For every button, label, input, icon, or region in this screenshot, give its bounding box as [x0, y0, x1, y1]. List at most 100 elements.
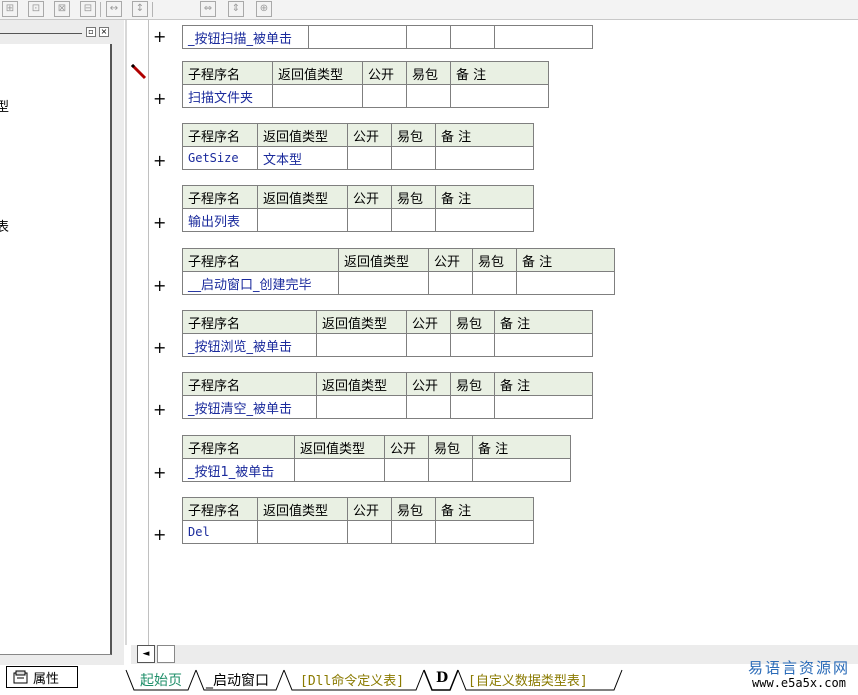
align-split-icon[interactable]: ⊟: [80, 1, 96, 17]
public-cell[interactable]: [406, 395, 451, 419]
remark-cell[interactable]: [435, 146, 534, 170]
easy-package-cell[interactable]: [391, 520, 436, 544]
header-cell: 子程序名: [182, 123, 258, 147]
header-cell: 返回值类型: [316, 372, 407, 396]
header-cell: 返回值类型: [257, 185, 348, 209]
return-type-cell[interactable]: [294, 458, 385, 482]
remark-cell[interactable]: [435, 520, 534, 544]
public-cell[interactable]: [384, 458, 429, 482]
subroutine-table: 子程序名 返回值类型 公开 易包 备 注 _按钮浏览_被单击: [182, 310, 593, 357]
align-top-icon[interactable]: ⊠: [54, 1, 70, 17]
remark-cell[interactable]: [494, 395, 593, 419]
subroutine-name-cell[interactable]: __启动窗口_创建完毕: [182, 271, 339, 295]
return-type-cell[interactable]: [257, 520, 348, 544]
easy-package-cell[interactable]: [428, 458, 473, 482]
return-type-cell[interactable]: [338, 271, 429, 295]
scroll-left-icon[interactable]: ◄: [137, 645, 155, 663]
easy-package-cell[interactable]: [450, 333, 495, 357]
remark-cell[interactable]: [516, 271, 615, 295]
header-cell: 子程序名: [182, 61, 273, 85]
public-cell[interactable]: [362, 84, 407, 108]
header-cell: 备 注: [472, 435, 571, 459]
public-cell[interactable]: [347, 208, 392, 232]
subroutine-name-cell[interactable]: 输出列表: [182, 208, 258, 232]
header-cell: 公开: [347, 497, 392, 521]
header-cell: 公开: [347, 185, 392, 209]
expand-icon[interactable]: +: [153, 91, 166, 107]
expand-icon[interactable]: +: [153, 527, 166, 543]
panel-tree[interactable]: 型 表: [0, 44, 112, 655]
tab-start-page[interactable]: 起始页: [140, 670, 182, 690]
expand-icon[interactable]: +: [153, 29, 166, 45]
expand-icon[interactable]: +: [153, 278, 166, 294]
easy-package-cell[interactable]: [406, 84, 451, 108]
remark-cell[interactable]: [494, 333, 593, 357]
remark-cell[interactable]: [435, 208, 534, 232]
logo-url: www.e5a5x.com: [752, 676, 846, 690]
subroutine-name-cell[interactable]: _按钮清空_被单击: [182, 395, 317, 419]
header-cell: 公开: [406, 310, 451, 334]
minimize-icon[interactable]: ▫: [86, 27, 96, 37]
code-editor[interactable]: + _按钮扫描_被单击 + 子程序名 返回值类型 公开 易包 备 注 扫描文件夹…: [149, 20, 858, 645]
return-type-cell[interactable]: [272, 84, 363, 108]
return-type-cell[interactable]: 文本型: [257, 146, 348, 170]
width-icon[interactable]: ⇔: [200, 1, 216, 17]
public-cell[interactable]: [347, 146, 392, 170]
align-grid-icon[interactable]: ⊞: [2, 1, 18, 17]
remark-cell[interactable]: [450, 84, 549, 108]
public-cell[interactable]: [347, 520, 392, 544]
toolbar-separator: [100, 2, 101, 17]
remark-cell[interactable]: [494, 25, 593, 49]
remark-cell[interactable]: [472, 458, 571, 482]
close-icon[interactable]: ×: [99, 27, 109, 37]
toolbar-separator: [152, 2, 153, 17]
subroutine-name-cell[interactable]: _按钮扫描_被单击: [182, 25, 309, 49]
return-type-cell[interactable]: [308, 25, 407, 49]
expand-icon[interactable]: +: [153, 153, 166, 169]
expand-icon[interactable]: +: [153, 465, 166, 481]
header-cell: 返回值类型: [294, 435, 385, 459]
header-cell: 返回值类型: [338, 248, 429, 272]
header-cell: 备 注: [494, 372, 593, 396]
public-cell[interactable]: [406, 333, 451, 357]
subroutine-name-cell[interactable]: 扫描文件夹: [182, 84, 273, 108]
return-type-cell[interactable]: [316, 333, 407, 357]
align-center-icon[interactable]: ⊡: [28, 1, 44, 17]
header-cell: 易包: [391, 185, 436, 209]
header-cell: 子程序名: [182, 310, 317, 334]
space-horizontal-icon[interactable]: ↔: [106, 1, 122, 17]
easy-package-cell[interactable]: [450, 395, 495, 419]
header-cell: 返回值类型: [316, 310, 407, 334]
easy-package-cell[interactable]: [391, 208, 436, 232]
header-cell: 返回值类型: [257, 123, 348, 147]
header-cell: 易包: [391, 497, 436, 521]
properties-tab[interactable]: 属性: [6, 666, 78, 688]
subroutine-name-cell[interactable]: _按钮1_被单击: [182, 458, 295, 482]
scroll-thumb[interactable]: [157, 645, 175, 663]
tab-custom-data-types[interactable]: [自定义数据类型表]: [468, 670, 588, 689]
tab-d[interactable]: D: [436, 670, 448, 686]
header-cell: 备 注: [435, 185, 534, 209]
expand-icon[interactable]: +: [153, 340, 166, 356]
expand-icon[interactable]: +: [153, 402, 166, 418]
tab-dll-commands[interactable]: [Dll命令定义表]: [300, 670, 404, 689]
space-vertical-icon[interactable]: ↕: [132, 1, 148, 17]
subroutine-name-cell[interactable]: Del: [182, 520, 258, 544]
easy-package-cell[interactable]: [391, 146, 436, 170]
height-icon[interactable]: ⇕: [228, 1, 244, 17]
expand-icon[interactable]: +: [153, 215, 166, 231]
size-icon[interactable]: ⊕: [256, 1, 272, 17]
return-type-cell[interactable]: [257, 208, 348, 232]
public-cell[interactable]: [406, 25, 451, 49]
header-cell: 易包: [391, 123, 436, 147]
easy-package-cell[interactable]: [472, 271, 517, 295]
header-cell: 返回值类型: [272, 61, 363, 85]
header-cell: 子程序名: [182, 435, 295, 459]
tab-startup-window[interactable]: _启动窗口: [206, 670, 269, 690]
header-cell: 返回值类型: [257, 497, 348, 521]
subroutine-name-cell[interactable]: _按钮浏览_被单击: [182, 333, 317, 357]
public-cell[interactable]: [428, 271, 473, 295]
return-type-cell[interactable]: [316, 395, 407, 419]
subroutine-name-cell[interactable]: GetSize: [182, 146, 258, 170]
easy-package-cell[interactable]: [450, 25, 495, 49]
